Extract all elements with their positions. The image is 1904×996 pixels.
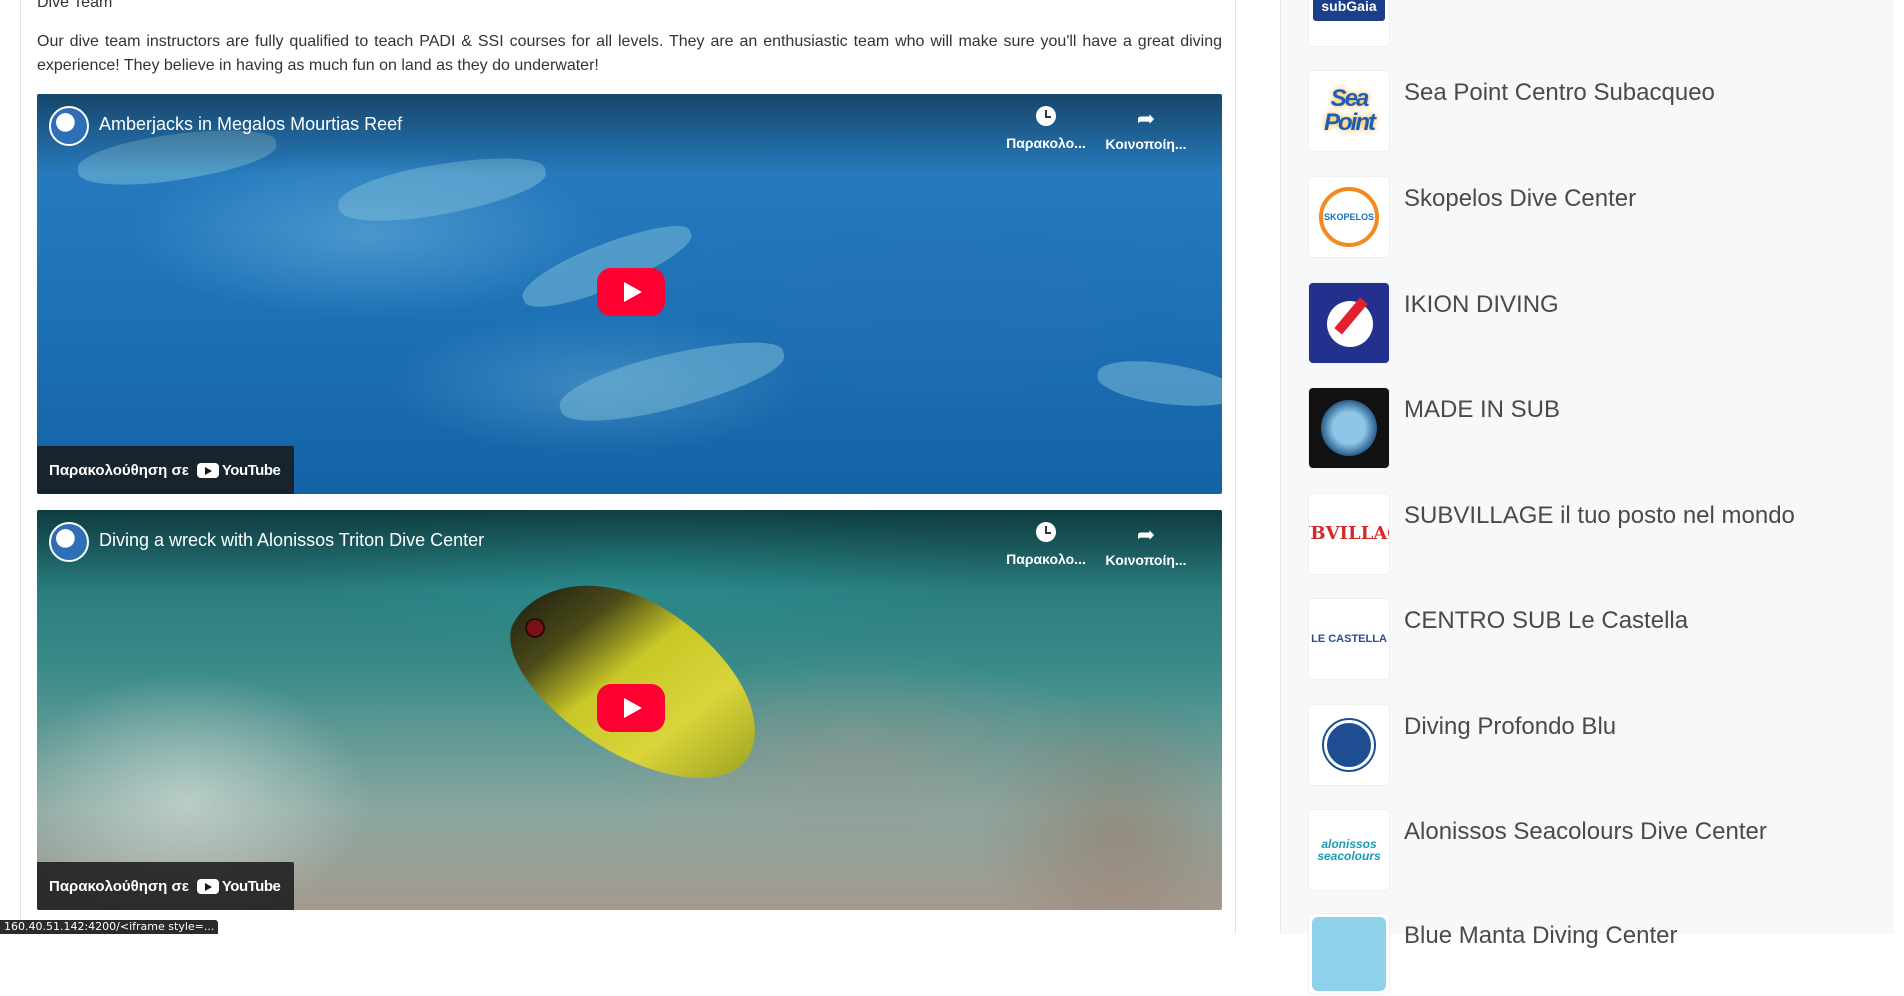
play-button[interactable] (597, 684, 665, 732)
watch-later-label: Παρακολο... (1006, 551, 1086, 567)
dive-center-logo (1309, 914, 1389, 994)
watch-later-button[interactable]: Παρακολο... (1003, 106, 1089, 151)
dive-center-item-blue-manta[interactable]: Blue Manta Diving Center (1309, 914, 1869, 996)
blue-manta-logo-image (1312, 917, 1386, 991)
ikion-logo-image (1309, 283, 1389, 363)
status-bar-url: 160.40.51.142:4200/<iframe style=... (0, 920, 219, 934)
dive-center-item-le-castella[interactable]: LE CASTELLA CENTRO SUB Le Castella (1309, 599, 1869, 681)
dive-center-logo: SUBVILLAGE (1309, 494, 1389, 574)
youtube-label: YouTube (221, 461, 281, 479)
youtube-play-icon (196, 878, 219, 894)
dive-center-logo: LE CASTELLA (1309, 599, 1389, 679)
dive-center-logo: subGaia (1309, 0, 1389, 46)
dive-center-item-made-in-sub[interactable]: MADE IN SUB (1309, 388, 1869, 470)
youtube-play-icon (196, 462, 219, 478)
logo-text: alonissos seacolours (1317, 837, 1381, 863)
dive-center-name: Skopelos Dive Center (1404, 185, 1637, 212)
dive-center-logo (1309, 388, 1389, 468)
dive-center-name: Alonissos Seacolours Dive Center (1404, 818, 1767, 845)
dive-center-logo: SKOPELOS (1309, 177, 1389, 257)
dive-center-logo (1309, 705, 1389, 785)
logo-text: subGaia (1313, 0, 1385, 21)
dive-center-name: Blue Manta Diving Center (1404, 922, 1678, 949)
globe-logo-image (1309, 388, 1389, 468)
channel-avatar-icon[interactable] (49, 522, 89, 562)
main-content-card: Dive Team Our dive team instructors are … (20, 0, 1236, 934)
dive-team-intro: Our dive team instructors are fully qual… (37, 33, 1222, 74)
dive-center-logo: Sea Point (1309, 71, 1389, 151)
dive-center-item-profondo-blu[interactable]: Diving Profondo Blu (1309, 705, 1869, 787)
channel-avatar-icon[interactable] (49, 106, 89, 146)
video-embed-wreck-dive[interactable]: Diving a wreck with Alonissos Triton Div… (37, 510, 1222, 910)
dive-centers-sidebar: subGaia Sea Point Sea Point Centro Subac… (1280, 0, 1894, 994)
share-arrow-icon: ➦ (1136, 522, 1156, 547)
share-button[interactable]: ➦ Κοινοποίη... (1103, 106, 1189, 152)
dive-center-name: Diving Profondo Blu (1404, 713, 1617, 740)
clock-icon (1036, 106, 1056, 126)
dive-center-logo (1309, 283, 1389, 363)
watch-on-youtube-button[interactable]: Παρακολούθηση σε YouTube (37, 446, 295, 494)
dive-center-name: CENTRO SUB Le Castella (1404, 607, 1689, 634)
watch-on-youtube-button[interactable]: Παρακολούθηση σε YouTube (37, 862, 295, 910)
dive-center-name: IKION DIVING (1404, 291, 1559, 318)
play-button[interactable] (597, 268, 665, 316)
watch-later-button[interactable]: Παρακολο... (1003, 522, 1089, 567)
youtube-logo: YouTube (196, 461, 281, 479)
dive-center-name: Sea Point Centro Subacqueo (1404, 79, 1715, 106)
section-heading: Dive Team (37, 0, 113, 11)
video-embed-amberjacks[interactable]: Amberjacks in Megalos Mourtias Reef Παρα… (37, 94, 1222, 494)
dive-center-item-seacolours[interactable]: alonissos seacolours Alonissos Seacolour… (1309, 810, 1869, 892)
logo-text: SUBVILLAGE (1309, 523, 1389, 544)
dive-center-logo: alonissos seacolours (1309, 810, 1389, 890)
dive-center-item-skopelos[interactable]: SKOPELOS Skopelos Dive Center (1309, 177, 1869, 259)
logo-text: LE CASTELLA (1311, 632, 1387, 645)
clock-icon (1036, 522, 1056, 542)
watch-later-label: Παρακολο... (1006, 135, 1086, 151)
video-title[interactable]: Diving a wreck with Alonissos Triton Div… (99, 530, 484, 551)
fish-eye-shape (525, 618, 545, 638)
video-title[interactable]: Amberjacks in Megalos Mourtias Reef (99, 114, 402, 135)
watch-on-label: Παρακολούθηση σε (49, 877, 189, 895)
watch-on-label: Παρακολούθηση σε (49, 461, 189, 479)
profondo-blu-logo-image (1324, 720, 1374, 770)
youtube-label: YouTube (221, 877, 281, 895)
logo-text: Sea Point (1324, 85, 1376, 136)
youtube-logo: YouTube (196, 877, 281, 895)
share-arrow-icon: ➦ (1136, 106, 1156, 131)
share-label: Κοινοποίη... (1105, 552, 1187, 568)
dive-center-item-ikion[interactable]: IKION DIVING (1309, 283, 1869, 365)
dive-center-name: SUBVILLAGE il tuo posto nel mondo (1404, 502, 1795, 529)
dive-center-name: MADE IN SUB (1404, 396, 1561, 423)
logo-text: SKOPELOS (1319, 187, 1379, 247)
share-button[interactable]: ➦ Κοινοποίη... (1103, 522, 1189, 568)
dive-center-item-sea-point[interactable]: Sea Point Sea Point Centro Subacqueo (1309, 71, 1869, 153)
share-label: Κοινοποίη... (1105, 136, 1187, 152)
dive-center-item-subvillage[interactable]: SUBVILLAGE SUBVILLAGE il tuo posto nel m… (1309, 494, 1869, 576)
dive-center-item-subgaia[interactable]: subGaia (1309, 0, 1869, 48)
